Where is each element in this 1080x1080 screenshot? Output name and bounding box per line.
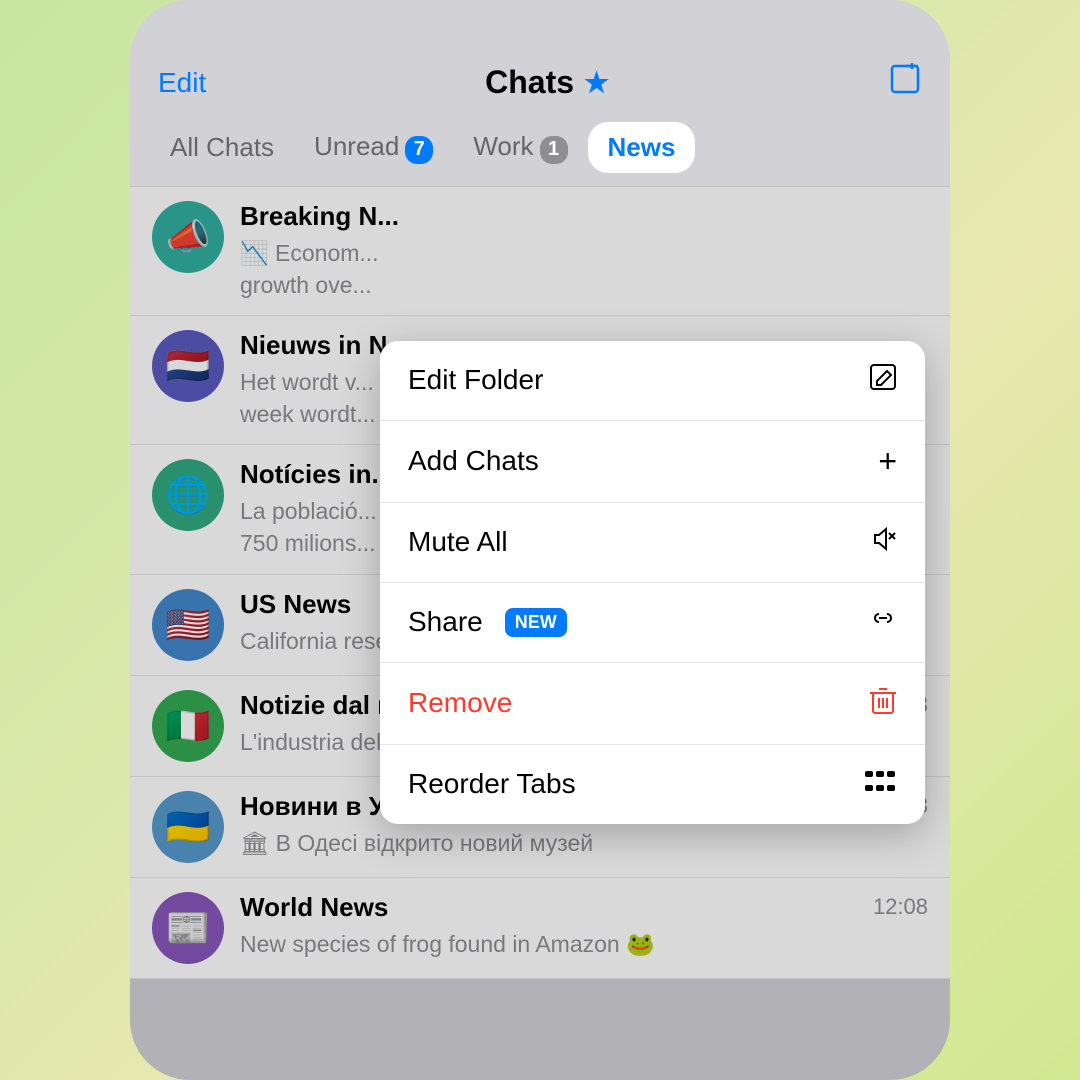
menu-item-share[interactable]: Share NEW <box>380 583 925 663</box>
page-title: Chats <box>485 64 574 101</box>
menu-item-mute-all[interactable]: Mute All <box>380 503 925 583</box>
remove-icon <box>869 685 897 722</box>
reorder-tabs-label: Reorder Tabs <box>408 768 576 800</box>
edit-folder-icon <box>869 363 897 398</box>
new-badge: NEW <box>505 608 567 637</box>
status-bar <box>130 0 950 50</box>
menu-item-reorder-tabs[interactable]: Reorder Tabs <box>380 745 925 824</box>
reorder-tabs-icon <box>863 767 897 802</box>
compose-icon[interactable] <box>888 62 922 103</box>
tabs-bar: All Chats Unread7 Work1 News <box>130 115 950 186</box>
remove-label: Remove <box>408 687 512 719</box>
share-label: Share <box>408 606 483 638</box>
tab-all-chats[interactable]: All Chats <box>150 122 294 173</box>
chat-list-container: 📣 Breaking N... 📉 Econom...growth ove...… <box>130 186 950 1080</box>
menu-item-edit-folder[interactable]: Edit Folder <box>380 341 925 421</box>
work-badge: 1 <box>540 136 568 164</box>
menu-item-add-chats[interactable]: Add Chats + <box>380 421 925 503</box>
tab-news[interactable]: News <box>588 122 696 173</box>
mute-all-label: Mute All <box>408 526 508 558</box>
edit-folder-label: Edit Folder <box>408 364 543 396</box>
screen: Edit Chats ★ All Chats <box>130 0 950 1080</box>
star-icon: ★ <box>584 66 609 99</box>
share-icon <box>869 605 897 640</box>
mute-all-icon <box>869 525 897 560</box>
top-nav: Edit Chats ★ <box>130 50 950 115</box>
context-menu: Edit Folder Add Chats <box>380 341 925 824</box>
menu-item-remove[interactable]: Remove <box>380 663 925 745</box>
add-chats-icon: + <box>878 443 897 480</box>
nav-title-container: Chats ★ <box>485 64 609 101</box>
tab-unread[interactable]: Unread7 <box>294 121 453 174</box>
add-chats-label: Add Chats <box>408 445 539 477</box>
tab-work[interactable]: Work1 <box>453 121 587 174</box>
phone-frame: Edit Chats ★ All Chats <box>0 0 1080 1080</box>
unread-badge: 7 <box>405 136 433 164</box>
edit-button[interactable]: Edit <box>158 67 206 99</box>
